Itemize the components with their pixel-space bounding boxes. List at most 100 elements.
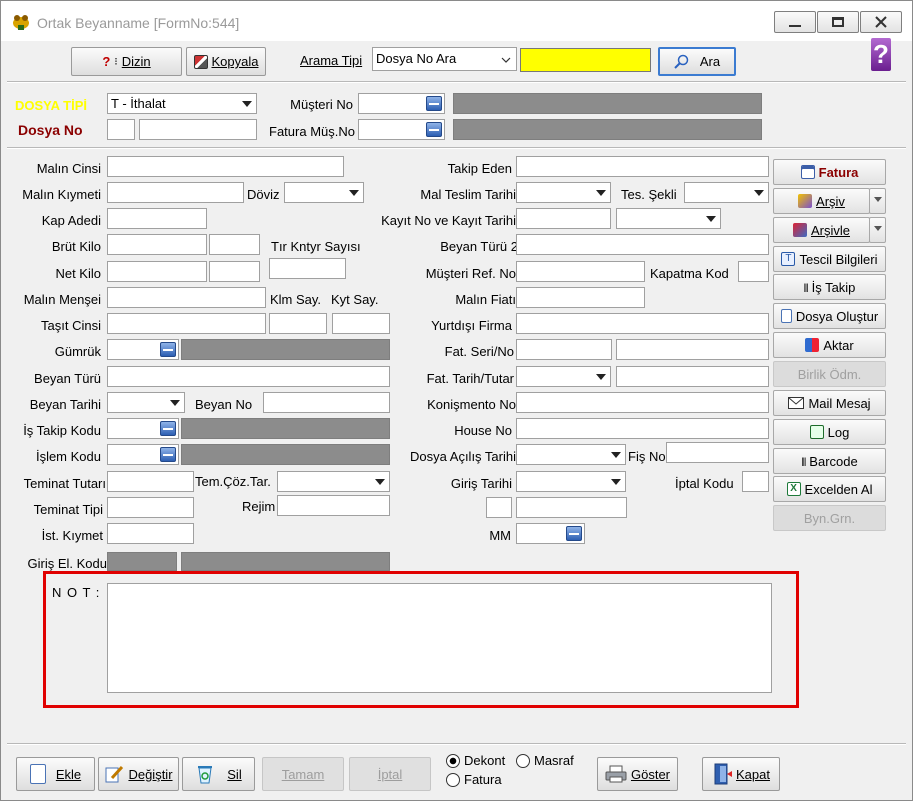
gumruk-input[interactable] <box>107 339 179 360</box>
iptal-kodu-input[interactable] <box>742 471 769 492</box>
dosya-olustur-button[interactable]: Dosya Oluştur <box>773 303 886 329</box>
kayit-no-input[interactable] <box>516 208 611 229</box>
fat-no-input[interactable] <box>616 339 769 360</box>
barcode-small-icon: ||| <box>803 282 809 292</box>
tamam-button[interactable]: Tamam <box>262 757 344 791</box>
net-kilo-unit-input[interactable] <box>209 261 260 282</box>
beyan-no-input[interactable] <box>263 392 390 413</box>
brut-kilo-input[interactable] <box>107 234 207 255</box>
dekont-radio[interactable]: Dekont <box>446 753 505 768</box>
degistir-button[interactable]: Değiştir <box>98 757 179 791</box>
beyan-turu-2-input[interactable] <box>516 234 769 255</box>
dosya-olustur-label: Dosya Oluştur <box>795 308 879 324</box>
net-kilo-input[interactable] <box>107 261 207 282</box>
barcode-button[interactable]: ||| Barcode <box>773 448 886 474</box>
tir-kntyr-input[interactable] <box>269 258 346 279</box>
malin-fiati-input[interactable] <box>516 287 645 308</box>
arsivle-button[interactable]: Arşivle <box>773 217 870 243</box>
kapat-button[interactable]: Kapat <box>702 757 780 791</box>
minimize-button[interactable] <box>774 11 816 33</box>
arsiv-dropdown[interactable] <box>869 188 886 214</box>
kap-adedi-input[interactable] <box>107 208 207 229</box>
bottom-separator <box>7 743 906 745</box>
lookup-icon[interactable] <box>426 96 442 111</box>
takip-eden-input[interactable] <box>516 156 769 177</box>
lookup-icon[interactable] <box>160 447 176 462</box>
beyan-tarihi-picker[interactable] <box>107 392 185 413</box>
teminat-tipi-input[interactable] <box>107 497 194 518</box>
ekle-button[interactable]: Ekle <box>16 757 95 791</box>
doviz-select[interactable] <box>284 182 364 203</box>
tasit-cinsi-input[interactable] <box>107 313 266 334</box>
arama-tipi-select[interactable]: Dosya No Ara <box>372 47 517 71</box>
kapatma-kod-input[interactable] <box>738 261 769 282</box>
brut-kilo-unit-input[interactable] <box>209 234 260 255</box>
islem-kodu-input[interactable] <box>107 444 179 465</box>
extra-value-input[interactable] <box>516 497 627 518</box>
tem-coz-tar-picker[interactable] <box>277 471 390 492</box>
fis-no-input[interactable] <box>666 442 769 463</box>
help-icon[interactable]: ? <box>871 38 891 71</box>
kayit-tarihi-picker[interactable] <box>616 208 721 229</box>
log-button[interactable]: Log <box>773 419 886 445</box>
dosya-tipi-label: DOSYA TİPİ <box>15 98 88 113</box>
dizin-button[interactable]: ? ⁝ Dizin <box>71 47 182 76</box>
lookup-icon[interactable] <box>566 526 582 541</box>
fatura-mus-no-input[interactable] <box>358 119 445 140</box>
masraf-radio[interactable]: Masraf <box>516 753 574 768</box>
birlik-odm-button[interactable]: Birlik Ödm. <box>773 361 886 387</box>
rejim-input[interactable] <box>277 495 390 516</box>
is-takip-kodu-input[interactable] <box>107 418 179 439</box>
mail-mesaj-button[interactable]: Mail Mesaj <box>773 390 886 416</box>
birlik-odm-label: Birlik Ödm. <box>797 366 862 382</box>
maximize-button[interactable] <box>817 11 859 33</box>
iptal-button[interactable]: İptal <box>349 757 431 791</box>
mm-input[interactable] <box>516 523 585 544</box>
dosya-no-prefix-input[interactable] <box>107 119 135 140</box>
search-input[interactable] <box>520 48 651 72</box>
fat-tarih-picker[interactable] <box>516 366 611 387</box>
byn-grn-button[interactable]: Byn.Grn. <box>773 505 886 531</box>
konismento-no-input[interactable] <box>516 392 769 413</box>
note-textarea[interactable] <box>107 583 772 693</box>
yurtdisi-firma-input[interactable] <box>516 313 769 334</box>
lookup-icon[interactable] <box>160 421 176 436</box>
dosya-tipi-select[interactable]: T - İthalat <box>107 93 257 114</box>
arsivle-dropdown[interactable] <box>869 217 886 243</box>
malin-kiymeti-input[interactable] <box>107 182 244 203</box>
malin-cinsi-input[interactable] <box>107 156 344 177</box>
musteri-no-input[interactable] <box>358 93 445 114</box>
klm-say-input[interactable] <box>269 313 327 334</box>
kyt-say-input[interactable] <box>332 313 390 334</box>
goster-button[interactable]: Göster <box>597 757 678 791</box>
fat-seri-input[interactable] <box>516 339 612 360</box>
arsiv-button[interactable]: Arşiv <box>773 188 870 214</box>
giris-tarihi-picker[interactable] <box>516 471 626 492</box>
mm-label: MM <box>489 528 511 543</box>
tes-sekli-select[interactable] <box>684 182 769 203</box>
excelden-al-button[interactable]: X Excelden Al <box>773 476 886 502</box>
dosya-no-input[interactable] <box>139 119 257 140</box>
sil-button[interactable]: Sil <box>182 757 255 791</box>
house-no-input[interactable] <box>516 418 769 439</box>
extra-code-input[interactable] <box>486 497 512 518</box>
musteri-ref-no-input[interactable] <box>516 261 645 282</box>
beyan-turu-input[interactable] <box>107 366 390 387</box>
tescil-bilgileri-button[interactable]: T Tescil Bilgileri <box>773 246 886 272</box>
close-button[interactable] <box>860 11 902 33</box>
dosya-acilis-tarihi-picker[interactable] <box>516 444 626 465</box>
fatura-radio[interactable]: Fatura <box>446 772 502 787</box>
lookup-icon[interactable] <box>426 122 442 137</box>
aktar-button[interactable]: Aktar <box>773 332 886 358</box>
fatura-side-button[interactable]: Fatura <box>773 159 886 185</box>
is-takip-button[interactable]: ||| İş Takip <box>773 274 886 300</box>
ist-kiymet-input[interactable] <box>107 523 194 544</box>
fat-tutar-input[interactable] <box>616 366 769 387</box>
ara-button[interactable]: Ara <box>658 47 736 76</box>
mal-teslim-tarihi-picker[interactable] <box>516 182 611 203</box>
malin-mensei-input[interactable] <box>107 287 266 308</box>
lookup-icon[interactable] <box>160 342 176 357</box>
teminat-tutari-input[interactable] <box>107 471 194 492</box>
kopyala-button[interactable]: Kopyala <box>186 47 266 76</box>
konismento-no-label: Konişmento No <box>427 397 516 412</box>
